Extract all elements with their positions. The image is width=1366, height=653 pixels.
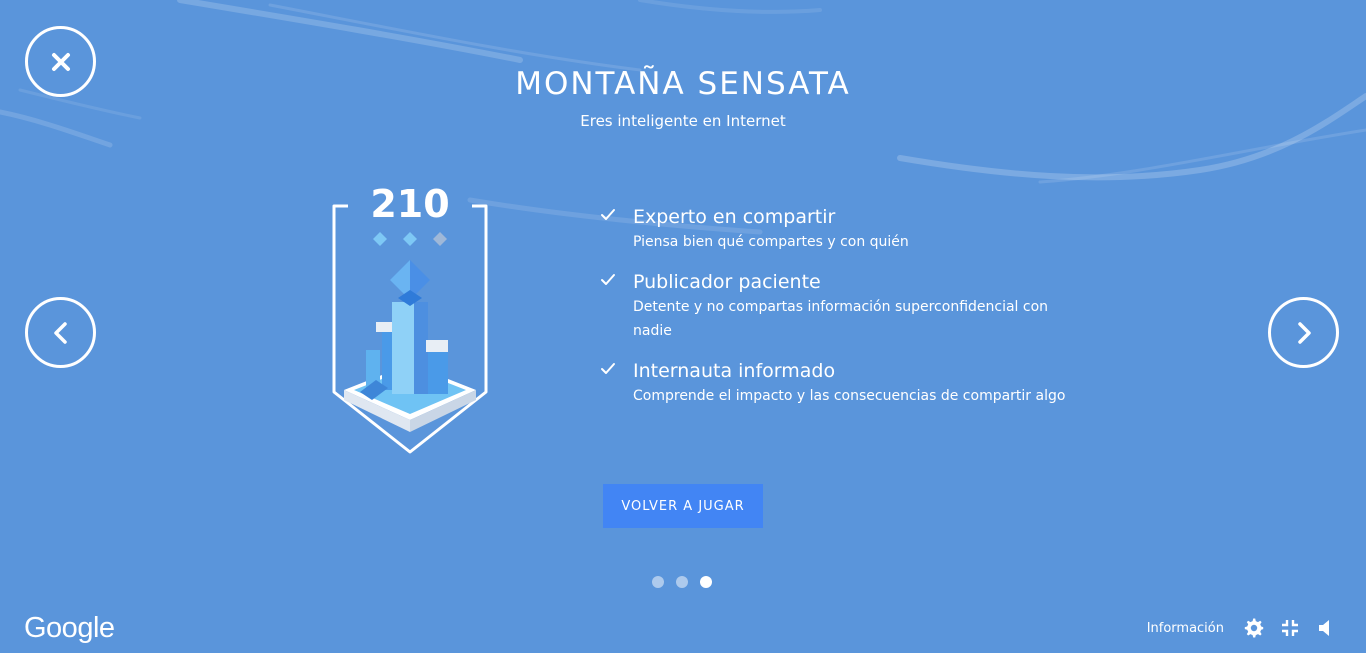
achievement-description: Detente y no compartas información super… (633, 299, 1049, 339)
achievement-item: Experto en compartir Piensa bien qué com… (598, 204, 1078, 254)
check-icon (601, 209, 615, 220)
previous-button[interactable] (25, 297, 96, 368)
achievement-title: Internauta informado (633, 360, 836, 382)
gear-icon[interactable] (1244, 618, 1264, 638)
chevron-left-icon (53, 321, 67, 344)
volume-icon[interactable] (1316, 618, 1336, 638)
pagination-dot-2[interactable] (676, 576, 688, 588)
chevron-right-icon (1297, 321, 1311, 344)
page-title: MONTAÑA SENSATA (515, 66, 851, 102)
info-link[interactable]: Información (1147, 621, 1224, 636)
pagination-dots (652, 576, 712, 588)
google-logo: Google (24, 612, 115, 644)
exit-fullscreen-icon[interactable] (1280, 618, 1300, 638)
next-button[interactable] (1268, 297, 1339, 368)
achievement-title: Publicador paciente (633, 271, 821, 293)
achievement-title: Experto en compartir (633, 206, 836, 228)
achievements-list: Experto en compartir Piensa bien qué com… (598, 204, 1078, 423)
pagination-dot-1[interactable] (652, 576, 664, 588)
footer-controls: Información (1147, 618, 1336, 638)
achievement-description: Piensa bien qué compartes y con quién (633, 234, 909, 250)
score-badge: 210 (330, 182, 490, 458)
check-icon (601, 363, 615, 374)
score-value: 210 (370, 182, 450, 226)
page-subtitle: Eres inteligente en Internet (580, 112, 786, 130)
achievement-description: Comprende el impacto y las consecuencias… (633, 388, 1066, 404)
check-icon (601, 274, 615, 285)
achievement-item: Publicador paciente Detente y no compart… (598, 269, 1078, 343)
replay-button[interactable]: VOLVER A JUGAR (603, 484, 763, 528)
achievement-item: Internauta informado Comprende el impact… (598, 358, 1078, 408)
pagination-dot-3[interactable] (700, 576, 712, 588)
